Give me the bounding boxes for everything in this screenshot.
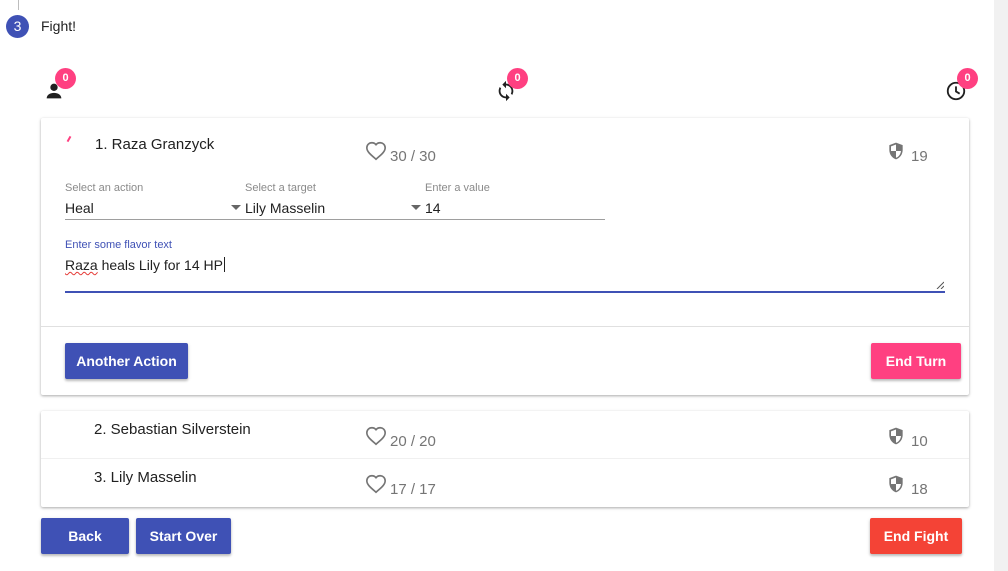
hit-points-value: 17 / 17: [390, 481, 436, 498]
heart-icon: [366, 141, 386, 161]
action-dropdown-arrow-icon[interactable]: [231, 205, 241, 210]
target-select[interactable]: Lily Masselin: [245, 200, 423, 220]
text-cursor: [223, 257, 225, 272]
fields-underline: [65, 219, 605, 220]
target-dropdown-arrow-icon[interactable]: [411, 205, 421, 210]
hit-points-value: 30 / 30: [390, 148, 436, 165]
combatant-name: 2. Sebastian Silverstein: [94, 421, 251, 438]
resize-grip-icon[interactable]: [936, 281, 944, 289]
shield-icon: [889, 475, 903, 493]
players-count-badge: 0: [55, 68, 76, 89]
step-title: Fight!: [41, 18, 77, 34]
heart-icon: [366, 426, 386, 446]
hit-points-value: 20 / 20: [390, 433, 436, 450]
shield-icon: [889, 142, 903, 160]
flavor-text-underline: [65, 291, 945, 293]
list-divider: [41, 458, 969, 459]
rounds-counter: 0: [495, 68, 535, 104]
players-counter: 0: [43, 68, 83, 104]
armor-class-value: 19: [911, 148, 928, 165]
end-fight-button[interactable]: End Fight: [870, 518, 962, 554]
action-select-label: Select an action: [65, 182, 144, 194]
start-over-button[interactable]: Start Over: [136, 518, 231, 554]
armor-class-value: 10: [911, 433, 928, 450]
scrollbar-track[interactable]: [994, 0, 1008, 571]
step-number-badge: 3: [6, 15, 29, 38]
end-turn-button[interactable]: End Turn: [871, 343, 961, 379]
heart-icon: [366, 474, 386, 494]
flavor-text-rest: heals Lily for 14 HP: [97, 257, 223, 273]
turns-counter: 0: [945, 68, 985, 104]
combatant-name: 1. Raza Granzyck: [95, 136, 215, 153]
flavor-text-area[interactable]: Raza heals Lily for 14 HP: [65, 257, 945, 289]
combatant-name: 3. Lily Masselin: [94, 469, 197, 486]
action-select[interactable]: Heal: [65, 200, 243, 220]
shield-icon: [889, 427, 903, 445]
turns-count-badge: 0: [957, 68, 978, 89]
rounds-count-badge: 0: [507, 68, 528, 89]
another-action-button[interactable]: Another Action: [65, 343, 188, 379]
target-select-label: Select a target: [245, 182, 316, 194]
flavor-text-misspelled-word: Raza: [65, 257, 98, 273]
value-input-label: Enter a value: [425, 182, 490, 194]
card-divider: [41, 326, 969, 327]
back-button[interactable]: Back: [41, 518, 129, 554]
stepper-connector: [18, 0, 19, 10]
value-input[interactable]: 14: [425, 200, 605, 220]
flavor-text-label: Enter some flavor text: [65, 239, 172, 251]
armor-class-value: 18: [911, 481, 928, 498]
